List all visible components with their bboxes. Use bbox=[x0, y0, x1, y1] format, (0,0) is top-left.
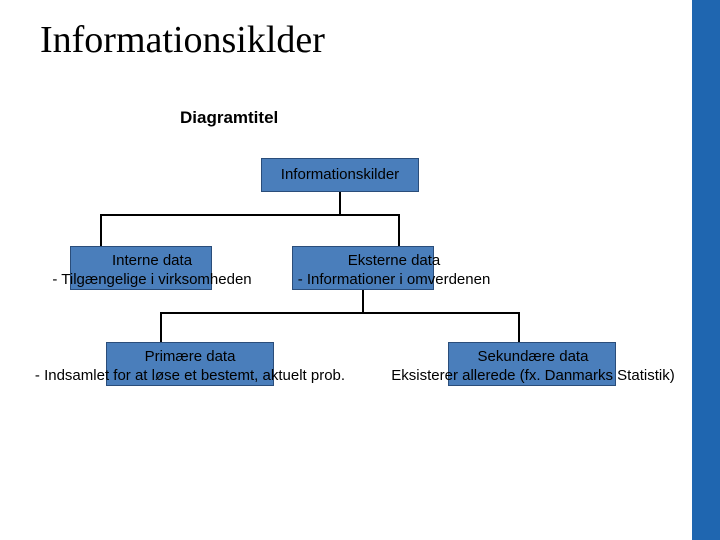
page-title: Informationsiklder bbox=[40, 18, 325, 62]
connector bbox=[518, 312, 520, 342]
node-interne-label: Interne data - Tilgængelige i virksomhed… bbox=[22, 252, 282, 290]
connector bbox=[160, 312, 162, 342]
node-sekundaere-label: Sekundære data Eksisterer allerede (fx. … bbox=[368, 348, 698, 386]
connector bbox=[339, 192, 341, 214]
connector bbox=[160, 312, 520, 314]
node-eksterne-label: Eksterne data - Informationer i omverden… bbox=[264, 252, 524, 290]
connector bbox=[362, 290, 364, 312]
connector bbox=[100, 214, 102, 246]
slide: Informationsiklder Diagramtitel Informat… bbox=[0, 0, 720, 540]
connector bbox=[398, 214, 400, 246]
connector bbox=[100, 214, 400, 216]
node-root-label: Informationskilder bbox=[261, 166, 419, 185]
node-primaere-label: Primære data - Indsamlet for at løse et … bbox=[20, 348, 360, 386]
slide-sidebar bbox=[692, 0, 720, 540]
diagram-title: Diagramtitel bbox=[180, 108, 278, 128]
